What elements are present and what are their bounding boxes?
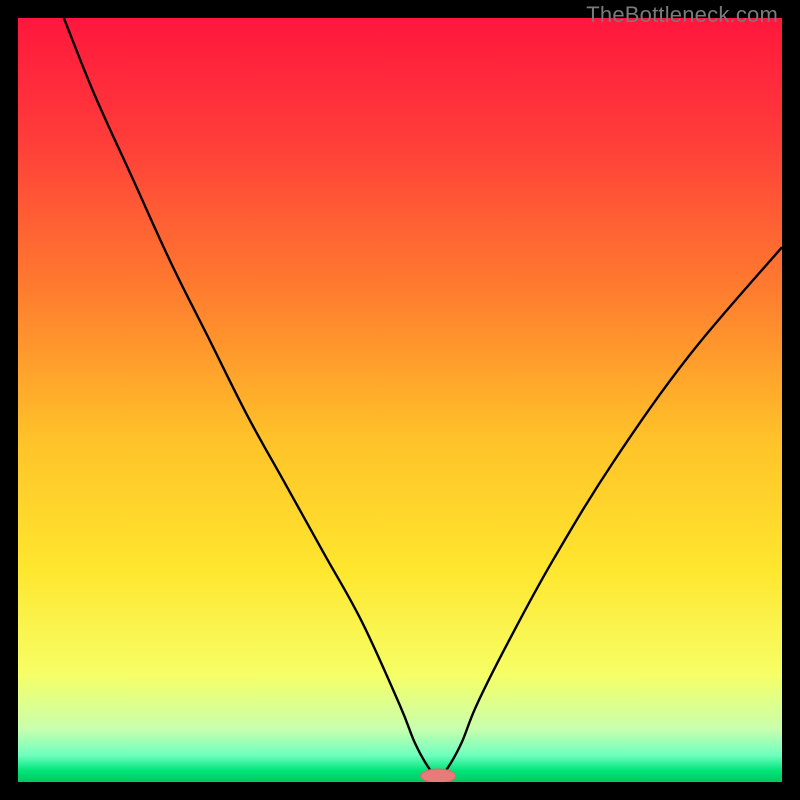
bottleneck-chart <box>18 18 782 782</box>
chart-frame <box>18 18 782 782</box>
minimum-marker <box>421 769 456 782</box>
watermark-text: TheBottleneck.com <box>586 2 778 28</box>
gradient-background <box>18 18 782 782</box>
